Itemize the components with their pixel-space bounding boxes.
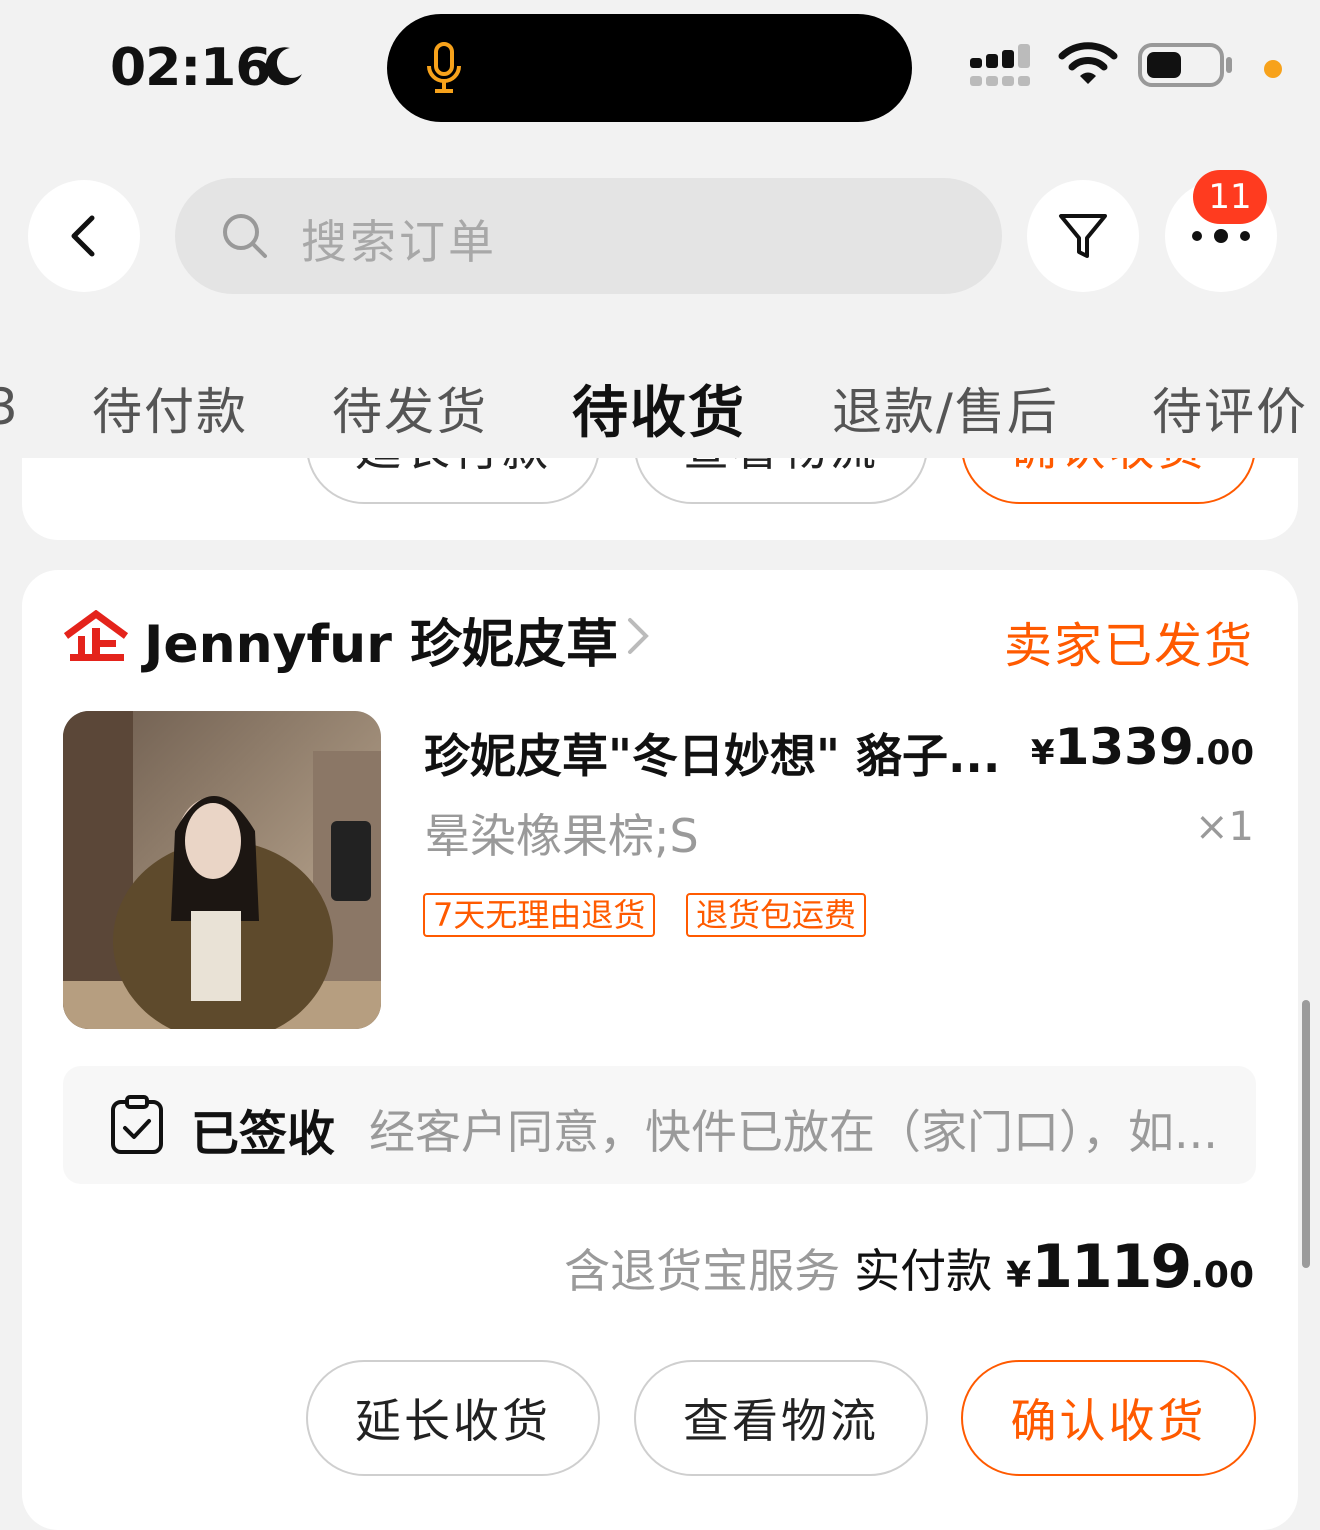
moon-icon <box>265 47 302 86</box>
filter-icon <box>1059 214 1107 258</box>
product-thumbnail[interactable] <box>63 711 381 1029</box>
paid-currency: ¥ <box>1006 1255 1032 1296</box>
view-logistics-button[interactable]: 查看物流 <box>634 1360 928 1476</box>
back-button[interactable] <box>28 180 140 292</box>
extend-receipt-button[interactable]: 延长收货 <box>306 1360 600 1476</box>
tag-free-return-shipping: 退货包运费 <box>686 893 867 937</box>
return-insurance-note: 含退货宝服务 <box>564 1244 841 1298</box>
battery-icon <box>1138 43 1232 87</box>
confirm-receipt-button[interactable]: 确认收货 <box>961 1360 1256 1476</box>
filter-button[interactable] <box>1027 180 1139 292</box>
extend-payment-button[interactable]: 延长付款 <box>306 458 600 504</box>
price-decimal: .00 <box>1193 733 1254 773</box>
status-time: 02:16 <box>110 38 272 98</box>
microphone-icon <box>427 42 461 93</box>
tab-pending-receipt[interactable]: 待收货 <box>572 368 746 449</box>
logistics-status: 已签收 <box>191 1106 336 1162</box>
tag-7day-return: 7天无理由退货 <box>423 893 656 937</box>
wifi-icon <box>1058 42 1118 84</box>
paid-decimal: .00 <box>1190 1255 1254 1296</box>
chevron-left-icon <box>71 215 95 257</box>
cellular-signal-icon <box>970 44 1030 86</box>
tab-pending-shipment[interactable]: 待发货 <box>332 372 488 444</box>
previous-order-card: 延长付款 查看物流 确认收货 <box>22 458 1298 540</box>
price-integer: 1339 <box>1054 718 1194 776</box>
paid-integer: 1119 <box>1031 1232 1192 1302</box>
chevron-right-icon <box>628 618 649 654</box>
product-title[interactable]: 珍妮皮草"冬日妙想" 貉子... <box>424 720 1024 786</box>
product-quantity: ×1 <box>1195 804 1254 850</box>
notification-badge: 11 <box>1193 170 1267 224</box>
view-logistics-button-prev[interactable]: 查看物流 <box>634 458 928 504</box>
clipboard-check-icon <box>111 1095 163 1154</box>
payment-summary: 含退货宝服务 实付款 ¥1119.00 <box>564 1232 1254 1302</box>
tab-pending-review[interactable]: 待评价 <box>1152 372 1308 444</box>
recording-indicator <box>1264 60 1282 78</box>
more-dots-icon <box>1192 229 1250 243</box>
enterprise-shop-icon <box>63 610 129 661</box>
tab-pending-payment[interactable]: 待付款 <box>92 372 248 444</box>
order-status: 卖家已发货 <box>1003 618 1254 674</box>
paid-amount: ¥1119.00 <box>1006 1232 1254 1302</box>
shop-name[interactable]: Jennyfur 珍妮皮草 <box>144 602 618 677</box>
tab-partial-left[interactable]: 3 <box>0 378 18 436</box>
logistics-summary[interactable]: 已签收 经客户同意，快件已放在（家门口），如... <box>63 1066 1256 1184</box>
product-variant: 晕染橡果棕;S <box>424 809 699 863</box>
dynamic-island <box>387 14 912 122</box>
logistics-description: 经客户同意，快件已放在（家门口），如... <box>369 1105 1218 1159</box>
product-price: ¥1339.00 <box>1031 718 1254 776</box>
tab-refund-aftersale[interactable]: 退款/售后 <box>832 372 1059 444</box>
price-currency: ¥ <box>1030 733 1055 773</box>
search-input[interactable]: 搜索订单 <box>175 178 1002 294</box>
search-placeholder: 搜索订单 <box>301 215 497 269</box>
paid-label: 实付款 <box>854 1244 993 1298</box>
scrollbar[interactable] <box>1302 1000 1310 1268</box>
confirm-receipt-button-prev[interactable]: 确认收货 <box>961 458 1256 504</box>
search-icon <box>223 214 267 258</box>
